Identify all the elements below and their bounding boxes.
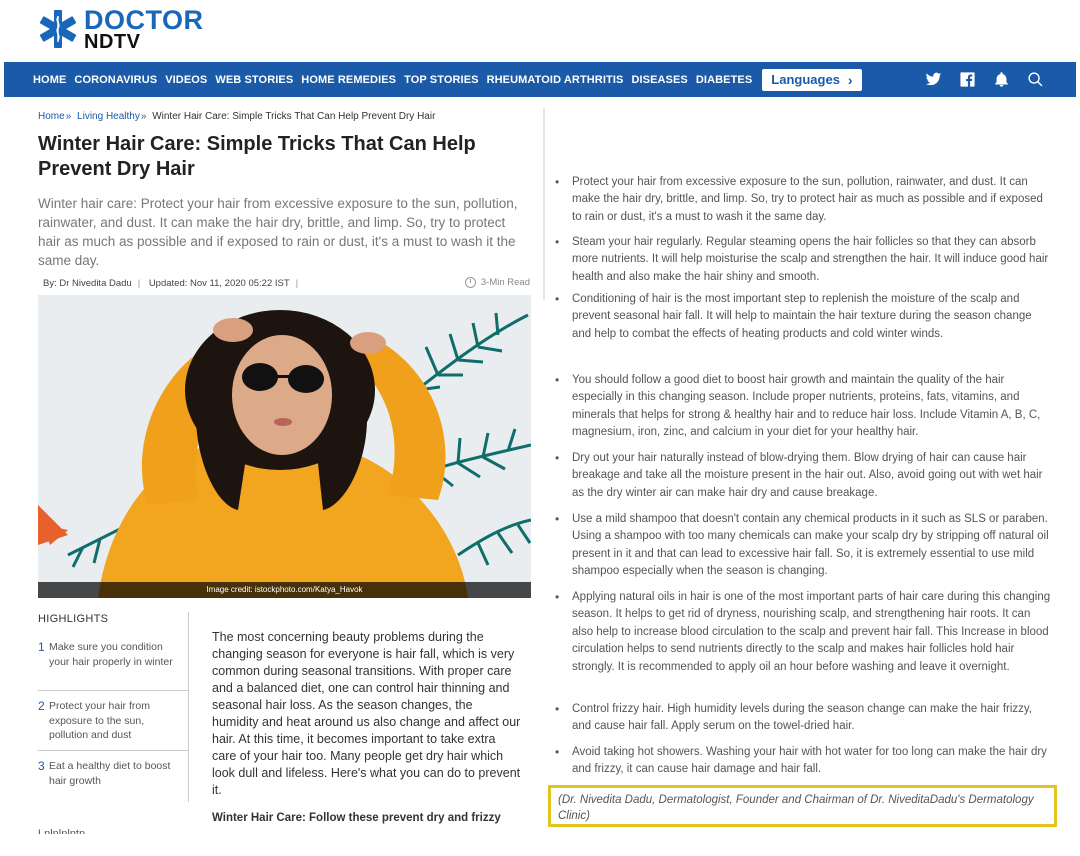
highlight-text: Make sure you condition your hair proper…: [49, 641, 173, 668]
site-logo[interactable]: DOCTOR NDTV: [36, 6, 204, 52]
nav-web-stories[interactable]: WEB STORIES: [215, 74, 293, 86]
nav-videos[interactable]: VIDEOS: [165, 74, 207, 86]
cut-off-text: Lnlnlnlntn: [38, 828, 86, 834]
highlight-item: 2 Protect your hair from exposure to the…: [38, 699, 188, 743]
breadcrumb-living-healthy[interactable]: Living Healthy: [77, 111, 140, 122]
article-summary: Winter hair care: Protect your hair from…: [38, 196, 518, 268]
read-time: 3-Min Read: [464, 277, 530, 288]
search-icon[interactable]: [1026, 71, 1044, 89]
highlight-item: 3 Eat a healthy diet to boost hair growt…: [38, 759, 188, 788]
doctor-quote: (Dr. Nivedita Dadu, Dermatologist, Found…: [558, 794, 1034, 822]
highlight-separator: [38, 750, 188, 751]
author-link[interactable]: By: Dr Nivedita Dadu: [43, 278, 132, 289]
breadcrumb-current: Winter Hair Care: Simple Tricks That Can…: [152, 111, 436, 122]
breadcrumb: Home» Living Healthy» Winter Hair Care: …: [38, 111, 436, 122]
updated-date: Updated: Nov 11, 2020 05:22 IST: [148, 278, 290, 289]
highlight-number: 1: [38, 640, 45, 654]
byline: By: Dr Nivedita Dadu | Updated: Nov 11, 2…: [43, 278, 299, 289]
article-body: The most concerning beauty problems duri…: [212, 630, 521, 797]
main-nav: HOME CORONAVIRUS VIDEOS WEB STORIES HOME…: [4, 62, 1076, 97]
logo-doctor-text: DOCTOR: [84, 4, 204, 35]
highlight-number: 2: [38, 699, 45, 713]
nav-coronavirus[interactable]: CORONAVIRUS: [74, 74, 157, 86]
breadcrumb-home[interactable]: Home: [38, 111, 65, 122]
facebook-icon[interactable]: [958, 71, 976, 89]
list-item: You should follow a good diet to boost h…: [554, 372, 1054, 442]
read-time-label: 3-Min Read: [480, 277, 530, 288]
languages-button[interactable]: Languages ›: [762, 68, 862, 91]
list-item: Control frizzy hair. High humidity level…: [554, 701, 1054, 736]
highlight-number: 3: [38, 759, 45, 773]
list-item: Applying natural oils in hair is one of …: [554, 589, 1054, 676]
list-item: Use a mild shampoo that doesn't contain …: [554, 511, 1054, 581]
nav-home-remedies[interactable]: HOME REMEDIES: [301, 74, 396, 86]
highlights-divider: [188, 612, 189, 802]
list-item: Avoid taking hot showers. Washing your h…: [554, 744, 1054, 779]
bell-icon[interactable]: [992, 71, 1010, 89]
highlight-separator: [38, 690, 188, 691]
medical-star-icon: [36, 7, 80, 51]
list-item: Protect your hair from excessive exposur…: [554, 174, 1054, 226]
nav-diseases[interactable]: DISEASES: [631, 74, 687, 86]
logo-ndtv-text: NDTV: [84, 30, 141, 53]
column-divider: [543, 108, 545, 300]
image-credit: Image credit: istockphoto.com/Katya_Havo…: [38, 582, 531, 598]
highlighted-quote-box: (Dr. Nivedita Dadu, Dermatologist, Found…: [548, 785, 1057, 827]
twitter-icon[interactable]: [924, 71, 942, 89]
list-item: Steam your hair regularly. Regular steam…: [554, 234, 1054, 286]
highlight-text: Protect your hair from exposure to the s…: [49, 700, 150, 741]
highlights-title: HIGHLIGHTS: [38, 613, 109, 625]
hero-image: [38, 295, 531, 598]
nav-rheumatoid-arthritis[interactable]: RHEUMATOID ARTHRITIS: [487, 74, 624, 86]
highlight-text: Eat a healthy diet to boost hair growth: [49, 760, 171, 787]
list-item: Conditioning of hair is the most importa…: [554, 291, 1054, 343]
clock-icon: [464, 277, 476, 288]
nav-home[interactable]: HOME: [33, 74, 66, 86]
nav-top-stories[interactable]: TOP STORIES: [404, 74, 478, 86]
nav-diabetes[interactable]: DIABETES: [696, 74, 752, 86]
languages-label: Languages: [771, 72, 840, 87]
highlight-item: 1 Make sure you condition your hair prop…: [38, 640, 188, 669]
list-item: Dry out your hair naturally instead of b…: [554, 450, 1054, 502]
article-title: Winter Hair Care: Simple Tricks That Can…: [38, 133, 476, 180]
chevron-right-icon: ›: [847, 71, 853, 88]
article-subheading: Winter Hair Care: Follow these prevent d…: [212, 812, 501, 824]
